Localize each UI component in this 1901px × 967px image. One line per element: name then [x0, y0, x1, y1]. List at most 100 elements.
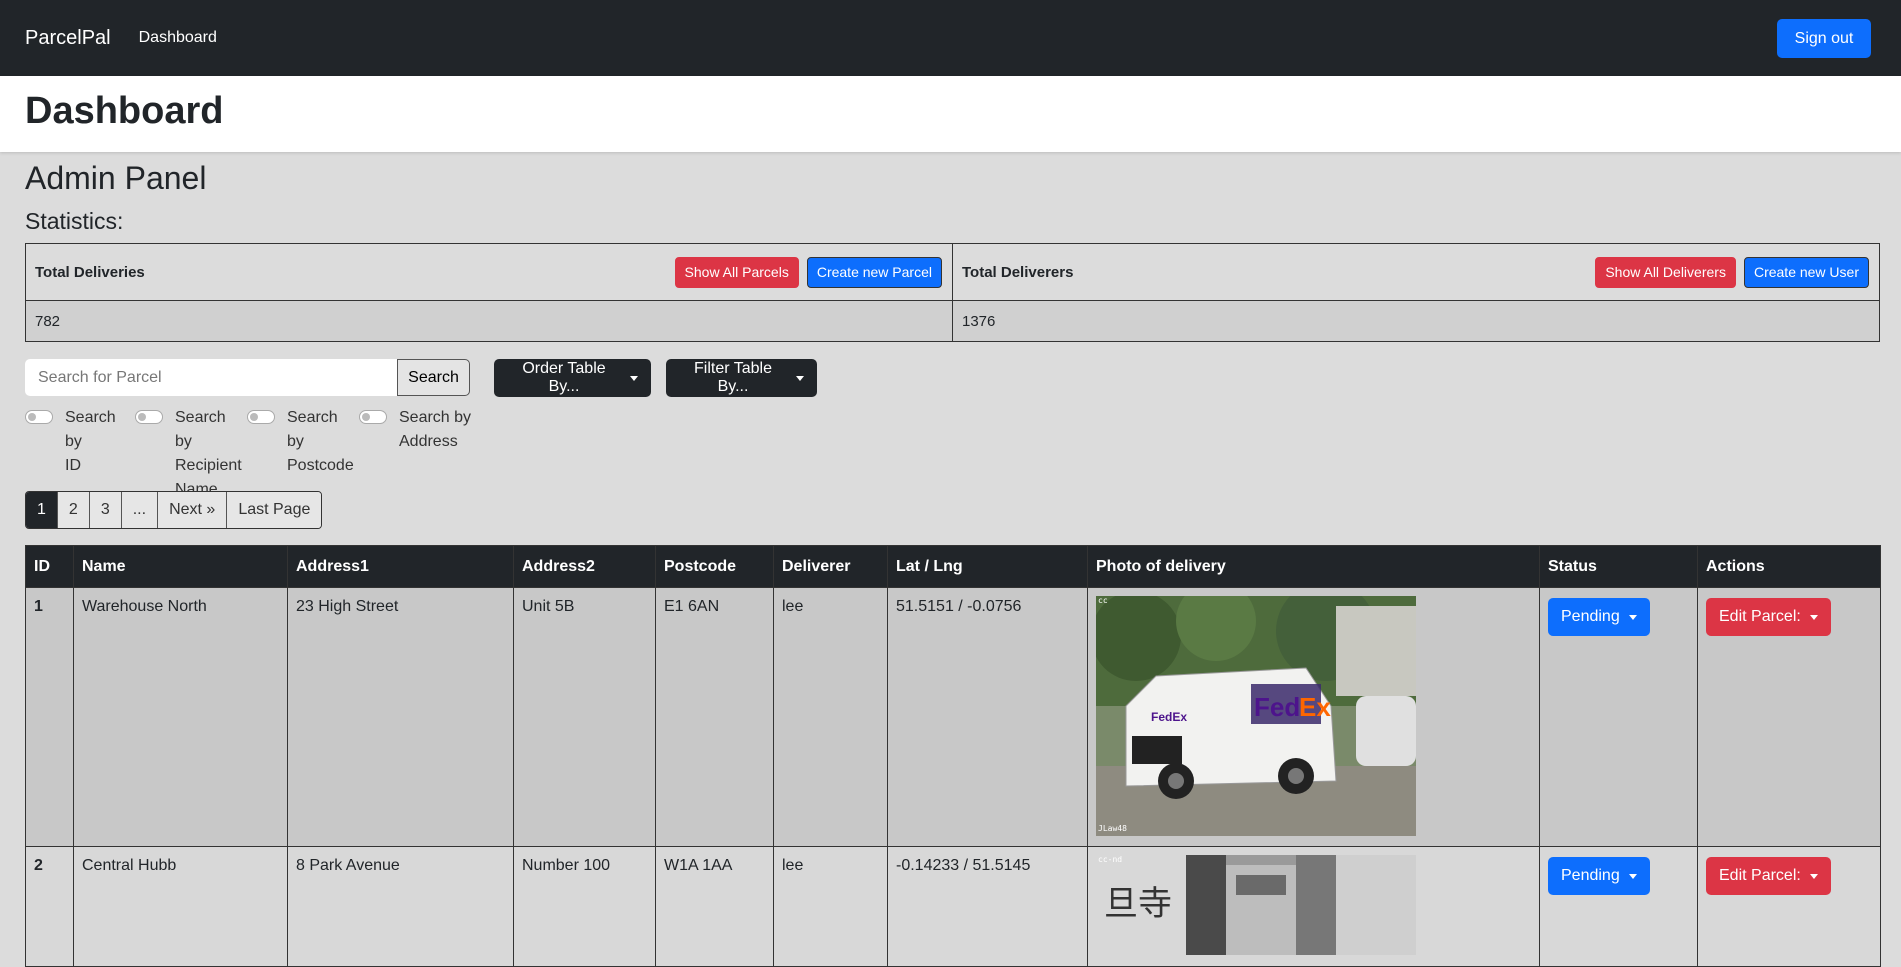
option-label-line: Search by	[175, 409, 226, 450]
search-options: Search by ID Search by Recipient Name Se…	[25, 406, 479, 502]
table-header-row: ID Name Address1 Address2 Postcode Deliv…	[25, 545, 1881, 588]
delivery-van-image: Fed Ex FedEx	[1096, 596, 1416, 836]
table-row: 2 Central Hubb 8 Park Avenue Number 100 …	[25, 846, 1881, 967]
brand-logo[interactable]: ParcelPal	[25, 27, 111, 50]
cell-id: 1	[25, 587, 74, 847]
sign-out-button[interactable]: Sign out	[1777, 19, 1871, 58]
street-image: 旦寺	[1096, 855, 1416, 955]
cell-deliverer: lee	[773, 587, 888, 847]
page-1[interactable]: 1	[26, 492, 57, 528]
filter-table-label: Filter Table By...	[694, 360, 772, 395]
parcel-search-group: Search	[25, 359, 470, 396]
option-label: Search by Address	[399, 406, 471, 502]
edit-parcel-label: Edit Parcel:	[1719, 608, 1801, 625]
cell-name: Warehouse North	[73, 587, 288, 847]
column-header-latlng[interactable]: Lat / Lng	[887, 545, 1088, 588]
total-deliverers-label: Total Deliverers	[962, 263, 1074, 281]
page-3[interactable]: 3	[88, 492, 121, 528]
order-table-dropdown[interactable]: Order Table By...	[494, 359, 651, 397]
show-all-parcels-button[interactable]: Show All Parcels	[674, 256, 799, 288]
cell-postcode: W1A 1AA	[655, 846, 774, 967]
search-by-address-option[interactable]: Search by Address	[359, 406, 479, 502]
caret-down-icon	[1628, 873, 1637, 879]
svg-text:Fed: Fed	[1254, 692, 1300, 722]
column-header-photo[interactable]: Photo of delivery	[1087, 545, 1540, 588]
total-deliveries-value: 782	[26, 301, 952, 341]
cell-actions: Edit Parcel:	[1697, 587, 1881, 847]
cell-status: Pending	[1539, 846, 1698, 967]
toggle-switch[interactable]	[359, 410, 387, 424]
total-deliveries-column: Total Deliveries Show All Parcels Create…	[26, 244, 952, 341]
caret-down-icon	[630, 375, 638, 381]
svg-text:旦寺: 旦寺	[1104, 884, 1172, 924]
option-label-line: Search by	[399, 409, 472, 426]
column-header-status[interactable]: Status	[1539, 545, 1698, 588]
option-label-line: Search by	[65, 409, 116, 450]
option-label-line: Address	[399, 433, 458, 450]
filter-table-dropdown[interactable]: Filter Table By...	[666, 359, 817, 397]
toggle-switch[interactable]	[247, 410, 275, 424]
option-label: Search by Postcode	[287, 406, 359, 502]
column-header-id[interactable]: ID	[25, 545, 74, 588]
parcels-table: ID Name Address1 Address2 Postcode Deliv…	[25, 545, 1881, 967]
page-title: Dashboard	[25, 90, 224, 132]
last-page[interactable]: Last Page	[226, 492, 322, 528]
parcel-search-input[interactable]	[25, 359, 397, 396]
column-header-address2[interactable]: Address2	[513, 545, 656, 588]
page-header: Dashboard	[0, 76, 1901, 152]
nav-dashboard-link[interactable]: Dashboard	[139, 29, 217, 47]
next-page[interactable]: Next »	[157, 492, 227, 528]
total-deliveries-header: Total Deliveries Show All Parcels Create…	[26, 244, 952, 302]
caret-down-icon	[1628, 614, 1637, 620]
caret-down-icon	[796, 375, 804, 381]
total-deliverers-column: Total Deliverers Show All Deliverers Cre…	[952, 244, 1879, 341]
toggle-switch[interactable]	[25, 410, 53, 424]
edit-parcel-dropdown[interactable]: Edit Parcel:	[1706, 598, 1831, 636]
toggle-switch[interactable]	[135, 410, 163, 424]
column-header-deliverer[interactable]: Deliverer	[773, 545, 888, 588]
option-label: Search by ID	[65, 406, 135, 502]
column-header-name[interactable]: Name	[73, 545, 288, 588]
page-2[interactable]: 2	[56, 492, 89, 528]
search-by-postcode-option[interactable]: Search by Postcode	[247, 406, 359, 502]
status-label: Pending	[1561, 867, 1620, 884]
photo-license-tag: cc	[1098, 596, 1108, 605]
column-header-postcode[interactable]: Postcode	[655, 545, 774, 588]
top-navbar: ParcelPal Dashboard Sign out	[0, 0, 1901, 76]
caret-down-icon	[1809, 873, 1818, 879]
status-dropdown[interactable]: Pending	[1548, 598, 1650, 636]
column-header-actions[interactable]: Actions	[1697, 545, 1881, 588]
cell-name: Central Hubb	[73, 846, 288, 967]
svg-text:Ex: Ex	[1299, 692, 1331, 722]
edit-parcel-label: Edit Parcel:	[1719, 867, 1801, 884]
column-header-address1[interactable]: Address1	[287, 545, 514, 588]
search-button[interactable]: Search	[397, 359, 470, 396]
page-ellipsis[interactable]: ...	[120, 492, 158, 528]
status-dropdown[interactable]: Pending	[1548, 857, 1650, 895]
option-label-line: Postcode	[287, 457, 354, 474]
cell-photo: 旦寺 cc-nd	[1087, 846, 1540, 967]
create-new-user-button[interactable]: Create new User	[1743, 256, 1869, 288]
delivery-photo[interactable]: 旦寺 cc-nd	[1096, 855, 1416, 955]
search-by-recipient-name-option[interactable]: Search by Recipient Name	[135, 406, 247, 502]
edit-parcel-dropdown[interactable]: Edit Parcel:	[1706, 857, 1831, 895]
cell-actions: Edit Parcel:	[1697, 846, 1881, 967]
cell-address2: Unit 5B	[513, 587, 656, 847]
cell-photo: Fed Ex FedEx cc JLaw48	[1087, 587, 1540, 847]
status-label: Pending	[1561, 608, 1620, 625]
statistics-title: Statistics:	[25, 208, 124, 234]
cell-status: Pending	[1539, 587, 1698, 847]
cell-latlng: 51.5151 / -0.0756	[887, 587, 1088, 847]
delivery-photo[interactable]: Fed Ex FedEx cc JLaw48	[1096, 596, 1416, 836]
cell-address1: 8 Park Avenue	[287, 846, 514, 967]
search-by-id-option[interactable]: Search by ID	[25, 406, 135, 502]
cell-id: 2	[25, 846, 74, 967]
show-all-deliverers-button[interactable]: Show All Deliverers	[1595, 256, 1736, 288]
cell-address2: Number 100	[513, 846, 656, 967]
total-deliveries-label: Total Deliveries	[35, 263, 145, 281]
create-new-parcel-button[interactable]: Create new Parcel	[806, 256, 942, 288]
option-label-line: Search by	[287, 409, 338, 450]
cell-address1: 23 High Street	[287, 587, 514, 847]
cell-deliverer: lee	[773, 846, 888, 967]
cell-postcode: E1 6AN	[655, 587, 774, 847]
